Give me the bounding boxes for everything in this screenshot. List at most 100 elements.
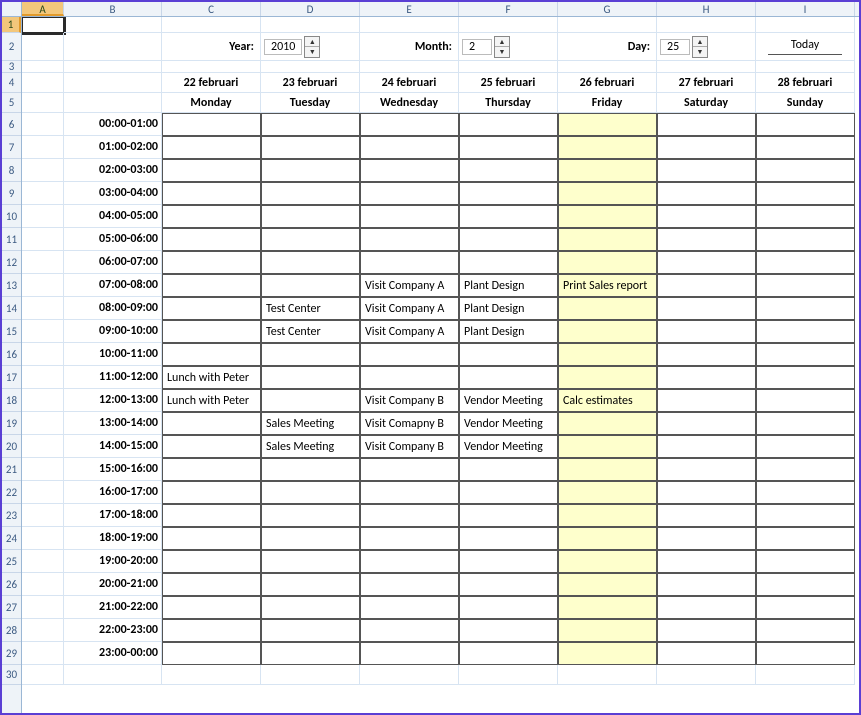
schedule-cell[interactable] — [459, 550, 558, 573]
schedule-cell[interactable] — [459, 343, 558, 366]
schedule-cell[interactable] — [360, 366, 459, 389]
today-button-cell[interactable]: Today — [756, 33, 855, 61]
row-header-12[interactable]: 12 — [2, 251, 21, 274]
schedule-cell[interactable] — [459, 504, 558, 527]
schedule-cell[interactable] — [360, 642, 459, 665]
schedule-cell[interactable] — [558, 205, 657, 228]
schedule-cell[interactable] — [261, 550, 360, 573]
schedule-cell[interactable] — [261, 343, 360, 366]
schedule-cell[interactable] — [558, 182, 657, 205]
schedule-cell[interactable] — [558, 136, 657, 159]
schedule-cell[interactable] — [558, 435, 657, 458]
schedule-cell[interactable] — [558, 343, 657, 366]
schedule-cell[interactable] — [360, 596, 459, 619]
schedule-cell[interactable] — [756, 596, 855, 619]
schedule-cell[interactable] — [162, 596, 261, 619]
schedule-cell[interactable] — [756, 619, 855, 642]
schedule-cell[interactable] — [459, 136, 558, 159]
row-header-4[interactable]: 4 — [2, 73, 21, 93]
schedule-cell[interactable] — [459, 205, 558, 228]
schedule-cell[interactable] — [360, 619, 459, 642]
schedule-cell[interactable]: Test Center — [261, 320, 360, 343]
schedule-cell[interactable] — [756, 228, 855, 251]
schedule-cell[interactable] — [261, 573, 360, 596]
schedule-cell[interactable] — [360, 159, 459, 182]
row-header-25[interactable]: 25 — [2, 550, 21, 573]
month-control[interactable]: 2▲▼ — [459, 33, 558, 61]
schedule-cell[interactable] — [558, 320, 657, 343]
schedule-cell[interactable] — [756, 320, 855, 343]
month-spinner[interactable]: ▲▼ — [494, 36, 510, 58]
schedule-cell[interactable] — [162, 481, 261, 504]
schedule-cell[interactable] — [558, 481, 657, 504]
schedule-cell[interactable] — [459, 159, 558, 182]
schedule-cell[interactable] — [657, 182, 756, 205]
month-label[interactable]: Month: — [360, 33, 459, 61]
schedule-cell[interactable] — [162, 573, 261, 596]
schedule-cell[interactable] — [162, 619, 261, 642]
schedule-cell[interactable]: Visit Company B — [360, 435, 459, 458]
schedule-cell[interactable] — [162, 527, 261, 550]
schedule-cell[interactable] — [657, 619, 756, 642]
schedule-cell[interactable] — [558, 113, 657, 136]
row-header-16[interactable]: 16 — [2, 343, 21, 366]
schedule-cell[interactable] — [756, 343, 855, 366]
schedule-cell[interactable] — [657, 596, 756, 619]
schedule-cell[interactable]: Vendor Meeting — [459, 412, 558, 435]
day-spinner[interactable]: ▲▼ — [692, 36, 708, 58]
schedule-cell[interactable] — [756, 504, 855, 527]
row-header-8[interactable]: 8 — [2, 159, 21, 182]
schedule-cell[interactable] — [459, 182, 558, 205]
schedule-cell[interactable] — [162, 113, 261, 136]
schedule-cell[interactable] — [756, 159, 855, 182]
schedule-cell[interactable]: Plant Design — [459, 297, 558, 320]
schedule-cell[interactable] — [558, 619, 657, 642]
schedule-cell[interactable]: Lunch with Peter — [162, 389, 261, 412]
col-header-D[interactable]: D — [261, 2, 360, 16]
schedule-cell[interactable] — [261, 366, 360, 389]
schedule-cell[interactable] — [756, 205, 855, 228]
row-header-30[interactable]: 30 — [2, 665, 21, 685]
schedule-cell[interactable] — [360, 573, 459, 596]
schedule-cell[interactable] — [657, 274, 756, 297]
schedule-cell[interactable] — [360, 550, 459, 573]
schedule-cell[interactable] — [756, 573, 855, 596]
select-all-corner[interactable] — [2, 2, 22, 17]
schedule-cell[interactable] — [657, 573, 756, 596]
schedule-cell[interactable] — [459, 527, 558, 550]
schedule-cell[interactable] — [162, 274, 261, 297]
schedule-cell[interactable] — [657, 159, 756, 182]
schedule-cell[interactable] — [360, 136, 459, 159]
schedule-cell[interactable] — [558, 251, 657, 274]
row-header-23[interactable]: 23 — [2, 504, 21, 527]
schedule-cell[interactable]: Visit Company A — [360, 297, 459, 320]
schedule-cell[interactable] — [558, 527, 657, 550]
schedule-cell[interactable] — [756, 274, 855, 297]
year-label[interactable]: Year: — [162, 33, 261, 61]
row-header-18[interactable]: 18 — [2, 389, 21, 412]
schedule-cell[interactable] — [360, 527, 459, 550]
row-header-10[interactable]: 10 — [2, 205, 21, 228]
schedule-cell[interactable] — [261, 205, 360, 228]
schedule-cell[interactable] — [657, 320, 756, 343]
row-header-29[interactable]: 29 — [2, 642, 21, 665]
schedule-cell[interactable] — [558, 504, 657, 527]
schedule-cell[interactable] — [657, 136, 756, 159]
schedule-cell[interactable] — [558, 159, 657, 182]
schedule-cell[interactable] — [360, 113, 459, 136]
schedule-cell[interactable] — [360, 251, 459, 274]
col-header-I[interactable]: I — [756, 2, 855, 16]
schedule-cell[interactable] — [657, 435, 756, 458]
col-header-E[interactable]: E — [360, 2, 459, 16]
schedule-cell[interactable] — [162, 159, 261, 182]
schedule-cell[interactable] — [261, 619, 360, 642]
schedule-cell[interactable] — [756, 550, 855, 573]
schedule-cell[interactable] — [657, 343, 756, 366]
row-header-14[interactable]: 14 — [2, 297, 21, 320]
schedule-cell[interactable] — [360, 504, 459, 527]
schedule-cell[interactable] — [261, 113, 360, 136]
schedule-cell[interactable] — [657, 113, 756, 136]
schedule-cell[interactable]: Print Sales report — [558, 274, 657, 297]
schedule-cell[interactable] — [657, 504, 756, 527]
schedule-cell[interactable] — [261, 182, 360, 205]
